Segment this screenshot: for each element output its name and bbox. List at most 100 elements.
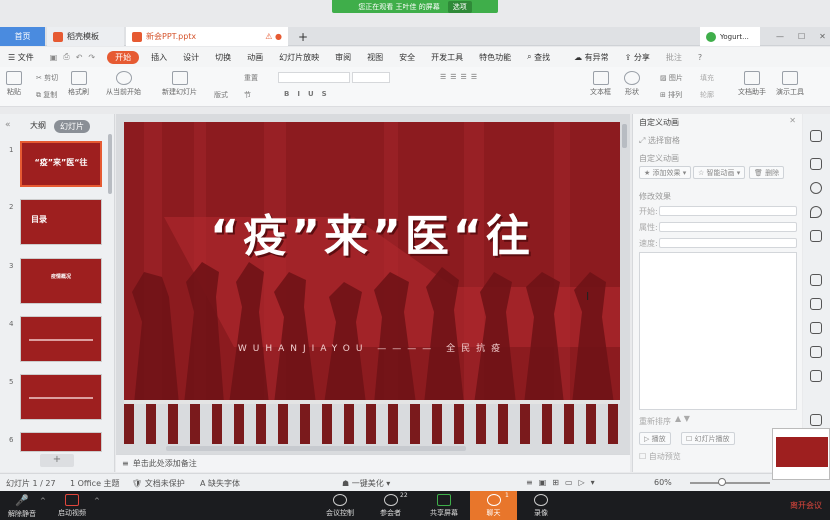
slide-subtitle[interactable]: WUHANJIAYOU ———— 全民抗疫 (124, 341, 620, 354)
leave-meeting-button[interactable]: 离开会议 (790, 500, 822, 511)
menu-design[interactable]: 设计 (175, 47, 207, 67)
shape-button[interactable]: 形状 (624, 71, 640, 97)
play-button[interactable]: ▷ 播放 (639, 432, 671, 445)
menu-security[interactable]: 安全 (391, 47, 423, 67)
share-screen-button[interactable]: 共享屏幕 (430, 494, 458, 518)
collapse-panel-icon[interactable]: « (5, 120, 11, 130)
animation-list[interactable] (639, 252, 797, 410)
autopreview-checkbox[interactable]: ☐ 自动预览 (639, 451, 681, 462)
from-current-button[interactable]: 从当前开始 (106, 71, 141, 97)
format-painter-button[interactable]: 格式刷 (68, 71, 89, 97)
tab-slides[interactable]: 幻灯片 (54, 120, 90, 133)
slide-thumbnail-6[interactable] (20, 432, 102, 452)
design-icon[interactable] (810, 158, 822, 170)
select-pane-button[interactable]: ⤢ 选择窗格 (639, 135, 680, 146)
minimize-icon[interactable]: — (776, 32, 784, 41)
tab-outline[interactable]: 大纲 (30, 120, 46, 131)
image-icon[interactable] (810, 414, 822, 426)
paste-button[interactable]: 粘贴 (6, 71, 22, 97)
arrange-button[interactable]: ⊞ 排列 (660, 90, 682, 100)
animation-icon[interactable] (810, 130, 822, 142)
tab-home[interactable]: 首页 (0, 27, 45, 46)
tab-template[interactable]: 稻壳模板 (47, 27, 124, 46)
account-button[interactable]: Yogurt... (700, 27, 760, 46)
menu-features[interactable]: 特色功能 (471, 47, 519, 67)
slide-title[interactable]: “疫”来”医“往 (124, 200, 620, 264)
chart-icon[interactable] (810, 298, 822, 310)
menu-animation[interactable]: 动画 (239, 47, 271, 67)
text-format-buttons[interactable]: BIUS (284, 90, 335, 98)
zoom-level[interactable]: 60% (654, 478, 672, 487)
add-slide-button[interactable]: + (40, 454, 74, 467)
add-effect-button[interactable]: ★ 添加效果 ▾ (639, 166, 692, 179)
menu-start[interactable]: 开始 (107, 50, 140, 64)
slide-thumbnail-5[interactable] (20, 374, 102, 420)
zoom-slider-thumb[interactable] (718, 478, 726, 486)
beautify-button[interactable]: ☗ 一键美化 ▾ (342, 478, 390, 489)
close-icon[interactable]: ✕ (819, 32, 826, 41)
cut-button[interactable]: ✂ 剪切 (36, 73, 58, 83)
menu-transition[interactable]: 切换 (207, 47, 239, 67)
zoom-slider[interactable] (690, 482, 770, 484)
notes-bar[interactable]: ≡ 单击此处添加备注 (116, 454, 630, 472)
slide-thumbnail-4[interactable] (20, 316, 102, 362)
current-slide[interactable]: “疫”来”医“往 WUHANJIAYOU ———— 全民抗疫 (124, 122, 620, 404)
grid-icon[interactable] (810, 274, 822, 286)
undo-icon[interactable]: ↶ (76, 53, 83, 62)
bulb-icon[interactable] (810, 230, 822, 242)
share-options-button[interactable]: 选项 (447, 0, 472, 13)
issues-button[interactable]: ☁ 有异常 (566, 47, 617, 67)
slide-editor-canvas[interactable]: “疫”来”医“往 WUHANJIAYOU ———— 全民抗疫 I (116, 114, 630, 454)
slide-thumbnail-3[interactable]: 疫情概况 (20, 258, 102, 304)
layout-button[interactable]: 版式 (214, 90, 228, 100)
present-tools-button[interactable]: 演示工具 (776, 71, 804, 97)
slideshow-button[interactable]: ☐ 幻灯片播放 (681, 432, 735, 445)
menu-search[interactable]: ⌕ 查找 (519, 47, 558, 67)
speed-select[interactable] (659, 238, 797, 248)
section-button[interactable]: 节 (244, 90, 251, 100)
save-icon[interactable]: ▣ (50, 53, 58, 62)
shared-screen-preview[interactable] (772, 428, 830, 480)
new-tab-button[interactable]: + (292, 27, 314, 46)
box-icon[interactable] (810, 370, 822, 382)
export-icon[interactable] (810, 346, 822, 358)
picture-button[interactable]: ▨ 图片 (660, 73, 683, 83)
mic-options-icon[interactable]: ^ (40, 497, 46, 505)
delete-effect-button[interactable]: 🗑 删除 (749, 166, 785, 179)
help-icon[interactable]: ? (690, 47, 710, 67)
new-slide-button[interactable]: 新建幻灯片 (162, 71, 197, 97)
outline-button[interactable]: 轮廓 (700, 90, 714, 100)
print-icon[interactable]: ⎙ (63, 52, 69, 62)
doc-protection-status[interactable]: 🛡 文档未保护 (132, 478, 185, 489)
record-button[interactable]: 录像 (534, 494, 548, 518)
paragraph-buttons[interactable]: ☰☰☰☰ (440, 73, 481, 81)
menu-review[interactable]: 审阅 (327, 47, 359, 67)
font-size-select[interactable] (352, 72, 390, 83)
canvas-horizontal-scrollbar[interactable] (166, 446, 466, 451)
move-up-icon[interactable]: ▲ ▼ (675, 414, 690, 423)
redo-icon[interactable]: ↷ (88, 53, 95, 62)
start-select[interactable] (659, 206, 797, 216)
textbox-button[interactable]: 文本框 (590, 71, 611, 97)
thumbnail-scrollbar[interactable] (108, 134, 112, 194)
doc-helper-button[interactable]: 文档助手 (738, 71, 766, 97)
font-name-select[interactable] (278, 72, 350, 83)
menu-slideshow[interactable]: 幻灯片放映 (271, 47, 327, 67)
location-icon[interactable] (810, 206, 822, 218)
slide-thumbnail-2[interactable]: 目录 (20, 199, 102, 245)
menu-insert[interactable]: 插入 (143, 47, 175, 67)
slide-thumbnail-1[interactable]: “疫”来”医“往 (20, 141, 102, 187)
reset-button[interactable]: 重置 (244, 73, 258, 83)
menu-developer[interactable]: 开发工具 (423, 47, 471, 67)
close-pane-icon[interactable]: ✕ (789, 116, 796, 125)
format-icon[interactable] (810, 322, 822, 334)
participants-button[interactable]: 参会者 (380, 494, 401, 518)
unmute-button[interactable]: 🎤 解除静音 (8, 494, 36, 519)
annotate-button[interactable]: 批注 (658, 47, 690, 67)
tab-document[interactable]: 新会PPT.pptx ⚠ ● (126, 27, 288, 46)
fill-button[interactable]: 填充 (700, 73, 714, 83)
maximize-icon[interactable]: ☐ (798, 32, 805, 41)
copy-button[interactable]: ⧉ 复制 (36, 90, 57, 100)
canvas-vertical-scrollbar[interactable] (622, 124, 627, 148)
copy-icon[interactable] (810, 182, 822, 194)
